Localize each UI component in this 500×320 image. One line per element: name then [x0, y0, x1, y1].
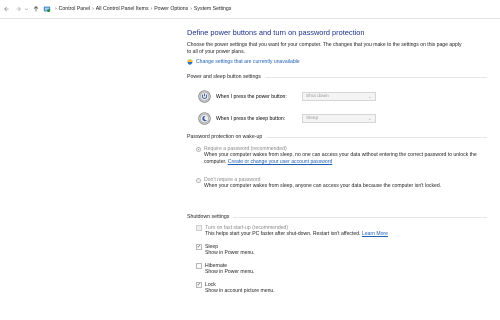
chevron-down-icon: ⌄	[367, 115, 372, 122]
sleep-checkbox[interactable]: ✓	[196, 244, 202, 250]
chevron-down-icon	[24, 8, 29, 11]
breadcrumb-item-system-settings[interactable]: System Settings	[194, 6, 231, 12]
sleep-option-description: Show in Power menu.	[205, 250, 255, 256]
no-password-description: When your computer wakes from sleep, any…	[204, 183, 442, 189]
sleep-button-setting: When I press the sleep button: Sleep ⌄	[198, 112, 376, 125]
breadcrumb-separator: ›	[190, 6, 192, 12]
forward-button[interactable]	[13, 5, 22, 14]
recent-locations-button[interactable]	[24, 5, 29, 14]
breadcrumb-separator: ›	[55, 6, 57, 12]
lock-option: ✓ Lock Show in account picture menu.	[196, 282, 486, 295]
sleep-option: ✓ Sleep Show in Power menu.	[196, 244, 486, 257]
power-button-setting: When I press the power button: Shut down…	[198, 90, 376, 103]
power-buttons-heading-label: Power and sleep button settings	[187, 74, 261, 80]
fast-startup-description: This helps start your PC faster after sh…	[205, 231, 486, 238]
password-heading-label: Password protection on wake-up	[187, 134, 263, 140]
sleep-button-dropdown-value: Sleep	[306, 116, 319, 121]
back-button[interactable]	[2, 5, 11, 14]
heading-divider	[233, 216, 487, 218]
heading-divider	[266, 136, 487, 138]
sleep-button-icon	[198, 112, 211, 125]
fast-startup-checkbox[interactable]	[196, 225, 202, 231]
change-unavailable-settings-link[interactable]: Change settings that are currently unava…	[187, 59, 300, 65]
power-button-dropdown-value: Shut down	[306, 94, 329, 99]
address-bar: › Control Panel › All Control Panel Item…	[0, 0, 500, 19]
hibernate-option: Hibernate Show in Power menu.	[196, 263, 486, 276]
power-buttons-heading: Power and sleep button settings	[187, 74, 487, 80]
forward-arrow-icon	[15, 6, 21, 12]
hibernate-checkbox[interactable]	[196, 263, 202, 269]
shutdown-heading-label: Shutdown settings	[187, 214, 230, 220]
control-panel-icon	[43, 6, 51, 13]
page-title: Define power buttons and turn on passwor…	[187, 28, 365, 37]
require-password-description: When your computer wakes from sleep, no …	[204, 152, 486, 166]
breadcrumb-separator: ›	[150, 6, 153, 12]
learn-more-link[interactable]: Learn More	[362, 231, 388, 237]
password-heading: Password protection on wake-up	[187, 134, 487, 140]
hibernate-option-description: Show in Power menu.	[205, 269, 255, 275]
heading-divider	[264, 76, 487, 78]
breadcrumb-item-control-panel[interactable]: Control Panel	[59, 6, 90, 12]
lock-option-description: Show in account picture menu.	[205, 288, 275, 294]
no-password-radio[interactable]	[196, 177, 201, 183]
breadcrumb-item-all-items[interactable]: All Control Panel Items	[96, 6, 149, 12]
fast-startup-desc-text: This helps start your PC faster after sh…	[205, 231, 361, 237]
up-button[interactable]	[31, 5, 40, 14]
sleep-button-dropdown[interactable]: Sleep ⌄	[302, 114, 376, 123]
uac-shield-icon	[187, 59, 193, 65]
page-intro: Choose the power settings that you want …	[187, 42, 462, 56]
breadcrumb-item-power-options[interactable]: Power Options	[154, 6, 188, 12]
require-password-radio[interactable]	[196, 146, 201, 152]
power-button-dropdown[interactable]: Shut down ⌄	[302, 92, 376, 101]
chevron-down-icon: ⌄	[367, 93, 372, 100]
sleep-button-label: When I press the sleep button:	[216, 115, 286, 122]
back-arrow-icon	[3, 6, 9, 12]
breadcrumb-separator: ›	[92, 6, 94, 12]
change-unavailable-settings-label[interactable]: Change settings that are currently unava…	[196, 59, 300, 65]
no-password-option: Don't require a password When your compu…	[196, 177, 486, 190]
require-password-option: Require a password (recommended) When yo…	[196, 146, 486, 166]
power-button-label: When I press the power button:	[216, 93, 287, 100]
up-arrow-icon	[33, 6, 38, 12]
shutdown-heading: Shutdown settings	[187, 214, 487, 220]
create-password-link[interactable]: Create or change your user account passw…	[228, 159, 332, 165]
lock-checkbox[interactable]: ✓	[196, 282, 202, 288]
power-button-icon	[198, 90, 211, 103]
fast-startup-option: Turn on fast start-up (recommended) This…	[196, 225, 486, 238]
